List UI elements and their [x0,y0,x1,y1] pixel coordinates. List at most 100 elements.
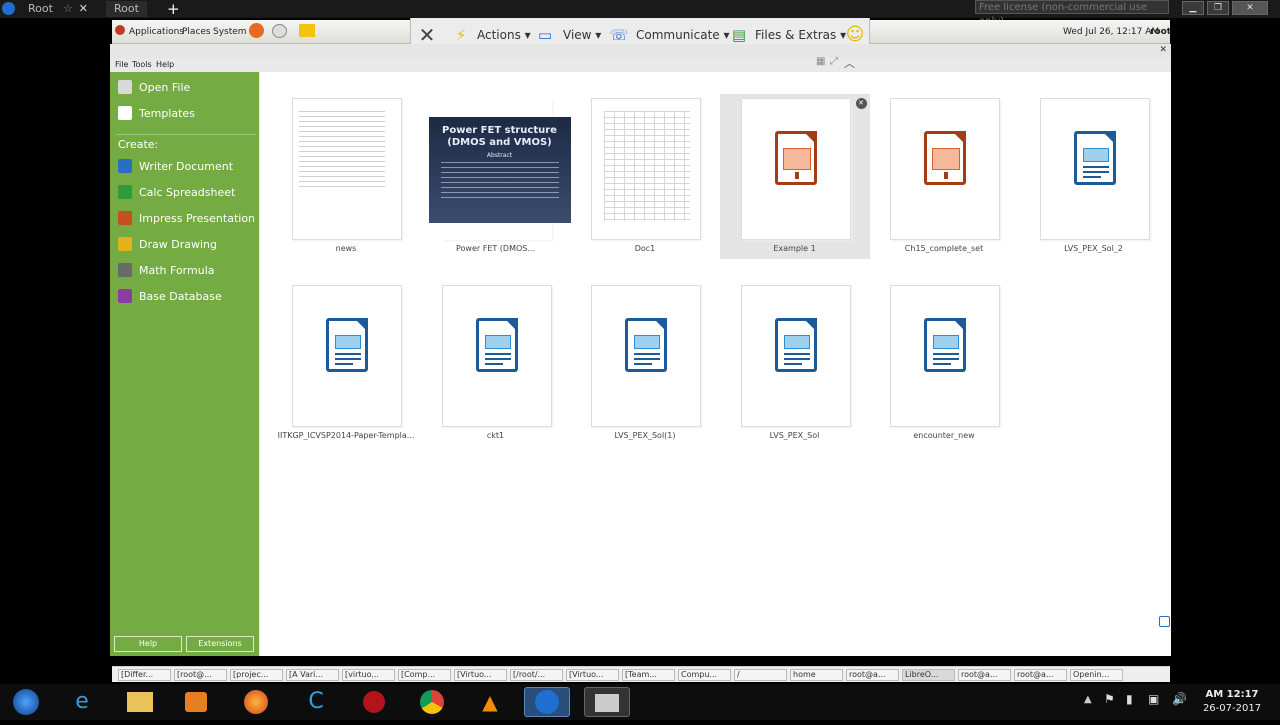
network-icon[interactable] [272,24,287,38]
recent-document-card[interactable]: Power FET structure (DMOS and VMOS) Abstr… [421,94,571,259]
create-writer-document-button[interactable]: Writer Document [118,157,233,177]
fullscreen-icon[interactable]: ⤢ [830,56,838,67]
recent-document-card[interactable]: Doc1 [570,94,720,259]
c-app-icon[interactable]: C [296,687,336,717]
window-taskbar-icon[interactable] [584,687,630,717]
side-panel-icon[interactable] [1159,616,1170,627]
close-window-button[interactable]: ✕ [1232,1,1268,15]
tasklist-item[interactable]: [Virtuo... [566,669,619,681]
tasklist-item[interactable]: [projec... [230,669,283,681]
tasklist-item[interactable]: home [790,669,843,681]
tasklist-item[interactable]: Compu... [678,669,731,681]
view-menu[interactable]: View ▾ [563,28,601,42]
open-file-button[interactable]: Open File [118,78,190,98]
create-base-database-button[interactable]: Base Database [118,287,222,307]
tasklist-item[interactable]: Openin... [1070,669,1123,681]
tasklist-item[interactable]: root@a... [846,669,899,681]
applications-menu[interactable]: Applications [129,27,184,37]
places-menu[interactable]: Places [182,27,211,37]
battery-icon[interactable]: ▮ [1126,692,1133,706]
recent-document-card[interactable]: LVS_PEX_Sol [720,281,870,446]
system-menu[interactable]: System [213,27,247,37]
minimize-button[interactable]: ▁ [1182,1,1204,15]
notes-icon[interactable] [299,24,315,37]
doc-type-icon [118,185,132,199]
files-extras-menu[interactable]: Files & Extras ▾ [755,28,846,42]
recent-document-card[interactable]: Ch15_complete_set [869,94,1019,259]
smiley-icon[interactable]: ☺ [845,25,865,45]
tasklist-item[interactable]: [Team... [622,669,675,681]
chrome-icon[interactable] [412,687,452,717]
extensions-button[interactable]: Extensions [186,636,254,652]
star-icon[interactable]: ☆ [63,2,73,15]
create-label: Create: [118,138,159,151]
writer-file-icon [475,318,518,372]
panel-user[interactable]: root [1150,27,1171,37]
remove-recent-icon[interactable]: ✕ [855,98,867,109]
clock[interactable]: AM 12:17 26-07-2017 [1196,688,1268,716]
create-calc-spreadsheet-button[interactable]: Calc Spreadsheet [118,183,235,203]
explorer-icon[interactable] [120,687,160,717]
gnome-tasklist: [Differ... [root@... [projec... [A Vari...[… [112,666,1170,682]
document-label: Doc1 [634,244,656,253]
actions-menu[interactable]: Actions ▾ [477,28,531,42]
recent-document-card[interactable]: IITKGP_ICVSP2014-Paper-Templa... [271,281,421,446]
vlc-icon[interactable]: ▲ [470,687,510,717]
redhat-icon [115,25,125,35]
grid-icon[interactable]: ▦ [816,56,825,67]
recent-document-card[interactable]: ✕ Example 1 [719,94,870,259]
document-label: news [335,244,357,253]
document-label: ckt1 [486,431,505,440]
volume-icon[interactable]: 🔊 [1172,692,1187,706]
tasklist-item[interactable]: [/root/... [510,669,563,681]
recent-document-card[interactable]: encounter_new [869,281,1019,446]
tab-root-2[interactable]: Root [106,1,147,17]
help-button[interactable]: Help [114,636,182,652]
recent-document-card[interactable]: LVS_PEX_Sol_2 [1019,94,1169,259]
tray-expand-icon[interactable]: ▲ [1084,694,1092,705]
doc-type-icon [118,237,132,251]
tasklist-item[interactable]: [virtuo... [342,669,395,681]
tasklist-item[interactable]: [Virtuo... [454,669,507,681]
recent-document-card[interactable]: LVS_PEX_Sol(1) [570,281,720,446]
menu-tools[interactable]: Tools [132,60,152,69]
tasklist-item[interactable]: root@a... [958,669,1011,681]
writer-file-icon [326,318,368,372]
firefox-icon[interactable] [249,23,264,38]
templates-button[interactable]: Templates [118,104,195,124]
communicate-menu[interactable]: Communicate ▾ [636,28,730,42]
tasklist-item[interactable]: [root@... [174,669,227,681]
tasklist-item[interactable]: LibreO... [902,669,955,681]
tasklist-item[interactable]: / [734,669,787,681]
create-draw-drawing-button[interactable]: Draw Drawing [118,235,217,255]
new-tab-icon[interactable]: + [167,0,180,18]
close-icon[interactable]: ✕ [79,2,88,15]
close-session-icon[interactable]: ✕ [417,25,437,45]
impress-file-icon [774,131,817,185]
panel-datetime[interactable]: Wed Jul 26, 12:17 AM [1063,27,1159,37]
create-impress-presentation-button[interactable]: Impress Presentation [118,209,255,229]
media-player-icon[interactable] [176,687,216,717]
chevron-up-icon[interactable]: ︿ [844,55,855,71]
restore-button[interactable]: ❐ [1207,1,1229,15]
window-close-icon[interactable]: ✕ [1159,45,1167,55]
tasklist-item[interactable]: [Differ... [118,669,171,681]
firefox-taskbar-icon[interactable] [236,687,276,717]
network-tray-icon[interactable]: ▣ [1148,692,1159,706]
start-button[interactable] [4,687,48,717]
ie-icon[interactable]: e [62,687,102,717]
windows-taskbar: e C ▲ ▲ ⚑ ▮ ▣ 🔊 AM 12:17 26-07-2017 [0,684,1280,720]
red-app-icon[interactable] [354,687,394,717]
recent-document-card[interactable]: ckt1 [421,281,571,446]
create-math-formula-button[interactable]: Math Formula [118,261,215,281]
tasklist-item[interactable]: root@a... [1014,669,1067,681]
teamviewer-taskbar-icon[interactable] [524,687,570,717]
tab-root-1[interactable]: Root ☆ ✕ [20,1,96,17]
recent-document-card[interactable]: news [271,94,421,259]
tasklist-item[interactable]: [A Vari... [286,669,339,681]
flag-icon[interactable]: ⚑ [1104,692,1115,706]
menu-file[interactable]: File [115,60,128,69]
document-thumbnail [740,98,851,240]
menu-help[interactable]: Help [156,60,174,69]
tasklist-item[interactable]: [Comp... [398,669,451,681]
